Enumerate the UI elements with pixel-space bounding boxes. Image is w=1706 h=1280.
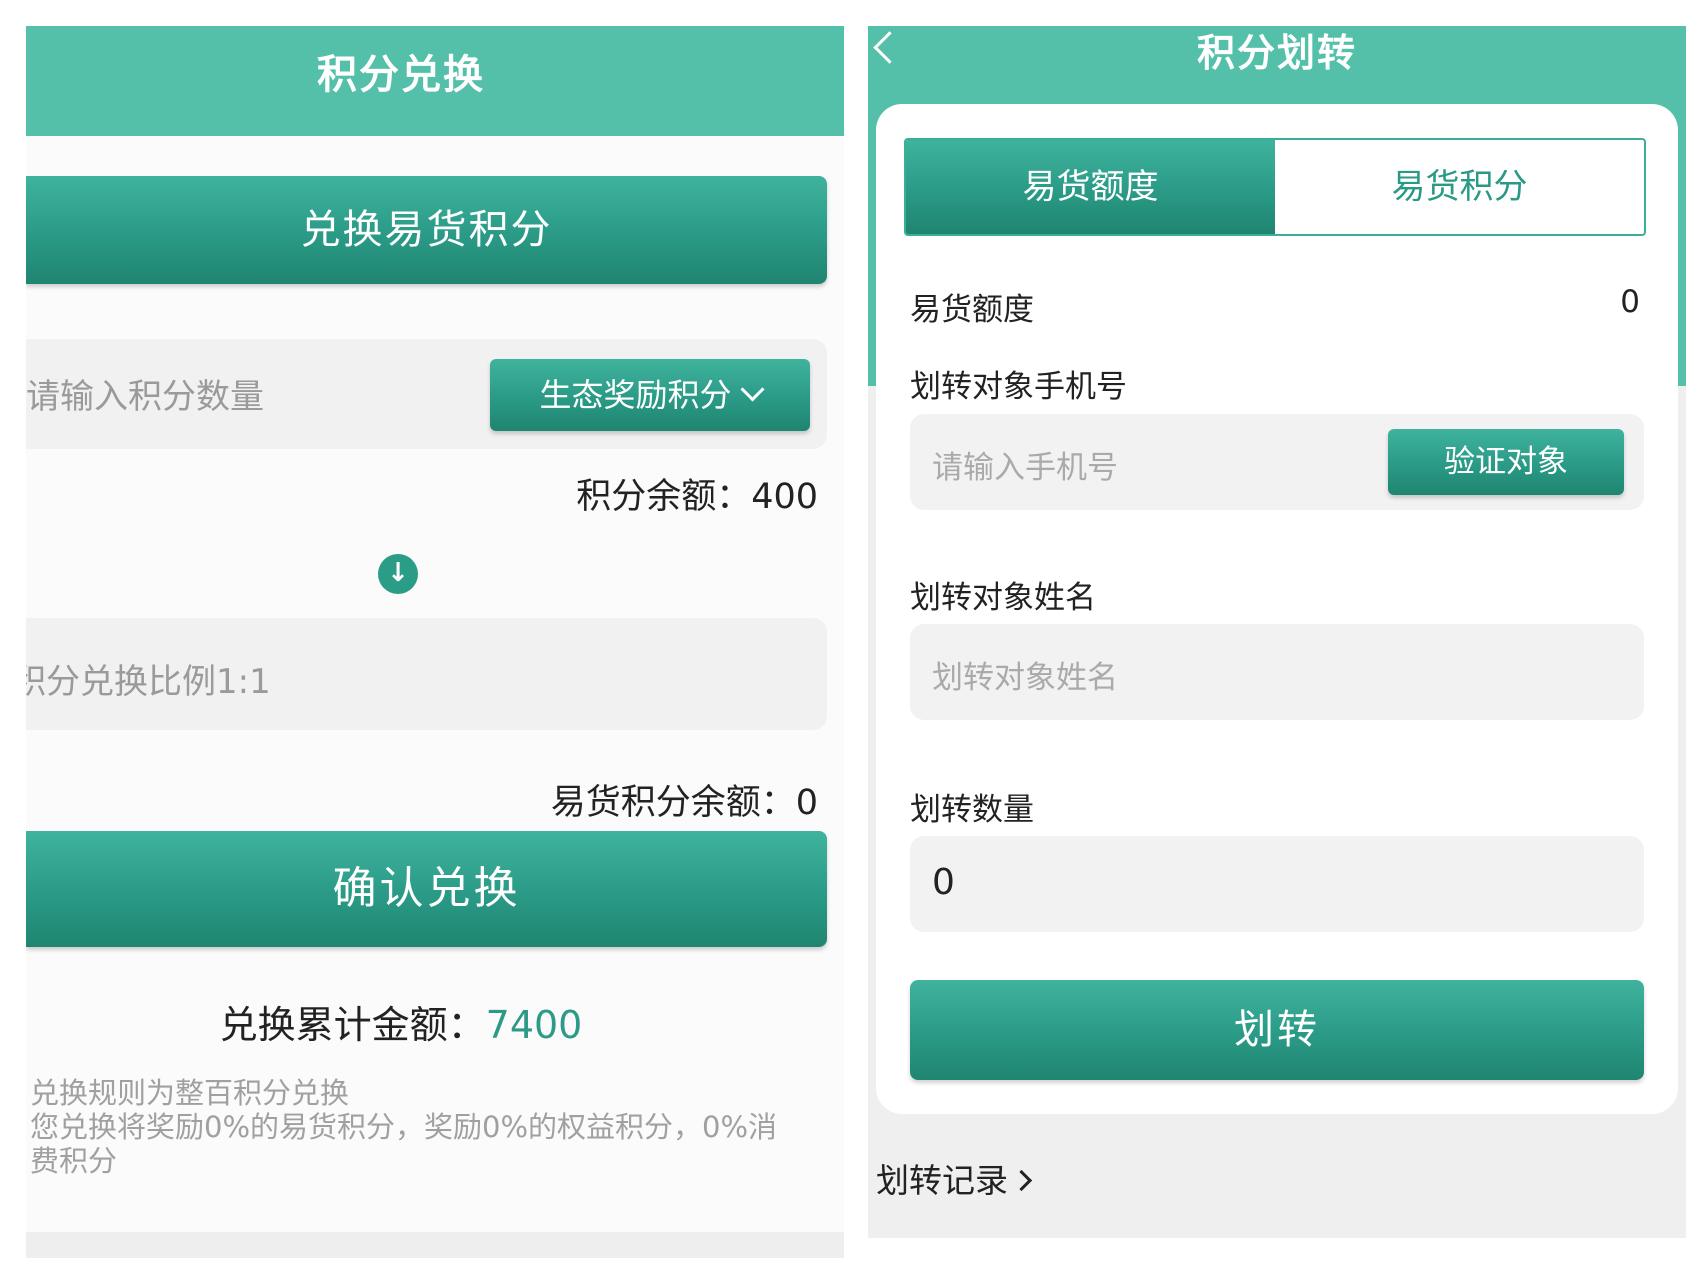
page-title: 积分兑换 bbox=[317, 52, 485, 98]
points-type-dropdown[interactable]: 生态奖励积分 bbox=[490, 359, 810, 431]
recipient-name-placeholder: 划转对象姓名 bbox=[932, 660, 1118, 696]
points-amount-placeholder: 请输入积分数量 bbox=[26, 377, 264, 417]
transfer-quantity-label: 划转数量 bbox=[910, 792, 1034, 828]
barter-points-balance: 易货积分余额：0 bbox=[550, 783, 818, 823]
transfer-records-label: 划转记录 bbox=[876, 1161, 1008, 1200]
tab-barter-points[interactable]: 易货积分 bbox=[1275, 140, 1644, 234]
confirm-exchange-button[interactable]: 确认兑换 bbox=[26, 831, 827, 947]
tab-barter-quota[interactable]: 易货额度 bbox=[906, 140, 1275, 234]
transfer-quantity-value: 0 bbox=[932, 862, 955, 903]
transfer-type-tabs: 易货额度 易货积分 bbox=[904, 138, 1646, 236]
header-bar: 积分兑换 bbox=[26, 26, 844, 136]
transfer-records-link[interactable]: 划转记录 bbox=[876, 1154, 1033, 1202]
exchange-barter-points-button[interactable]: 兑换易货积分 bbox=[26, 176, 827, 284]
points-balance: 积分余额：400 bbox=[576, 477, 818, 517]
points-transfer-screen: 积分划转 易货额度 易货积分 易货额度 0 划转对象手机号 请输入手机号 验证对… bbox=[868, 26, 1686, 1238]
recipient-phone-input[interactable]: 请输入手机号 验证对象 bbox=[910, 414, 1644, 510]
points-amount-field[interactable]: 请输入积分数量 生态奖励积分 bbox=[26, 339, 827, 449]
points-exchange-screen: 积分兑换 兑换易货积分 请输入积分数量 生态奖励积分 积分余额：400 ↓ 积分… bbox=[26, 26, 844, 1258]
recipient-phone-label: 划转对象手机号 bbox=[910, 369, 1127, 405]
bottom-divider bbox=[26, 1232, 844, 1258]
verify-recipient-button[interactable]: 验证对象 bbox=[1388, 429, 1624, 495]
barter-quota-label: 易货额度 bbox=[910, 292, 1034, 328]
chevron-down-icon bbox=[739, 377, 765, 402]
recipient-phone-placeholder: 请输入手机号 bbox=[932, 450, 1118, 486]
recipient-name-label: 划转对象姓名 bbox=[910, 580, 1096, 616]
points-type-label: 生态奖励积分 bbox=[539, 376, 732, 414]
transfer-quantity-input[interactable]: 0 bbox=[910, 836, 1644, 932]
exchange-ratio-text: 积分兑换比例1:1 bbox=[26, 662, 271, 702]
chevron-right-icon bbox=[1010, 1169, 1033, 1192]
barter-quota-value: 0 bbox=[1620, 284, 1640, 320]
rules-line: 您兑换将奖励0%的易货积分，奖励0%的权益积分，0%消 bbox=[30, 1110, 778, 1144]
cumulative-total-value: 7400 bbox=[485, 1003, 583, 1047]
transfer-button[interactable]: 划转 bbox=[910, 980, 1644, 1080]
exchange-rules: 兑换规则为整百积分兑换 您兑换将奖励0%的易货积分，奖励0%的权益积分，0%消 … bbox=[30, 1076, 810, 1178]
arrow-down-icon: ↓ bbox=[378, 554, 418, 594]
recipient-name-input[interactable]: 划转对象姓名 bbox=[910, 624, 1644, 720]
page-title: 积分划转 bbox=[1196, 31, 1357, 75]
rules-line: 费积分 bbox=[30, 1144, 118, 1178]
cumulative-total-label: 兑换累计金额： bbox=[219, 1003, 486, 1047]
cumulative-total: 兑换累计金额：7400 bbox=[26, 994, 776, 1049]
exchange-ratio-field: 积分兑换比例1:1 bbox=[26, 618, 827, 730]
rules-line: 兑换规则为整百积分兑换 bbox=[30, 1076, 350, 1110]
